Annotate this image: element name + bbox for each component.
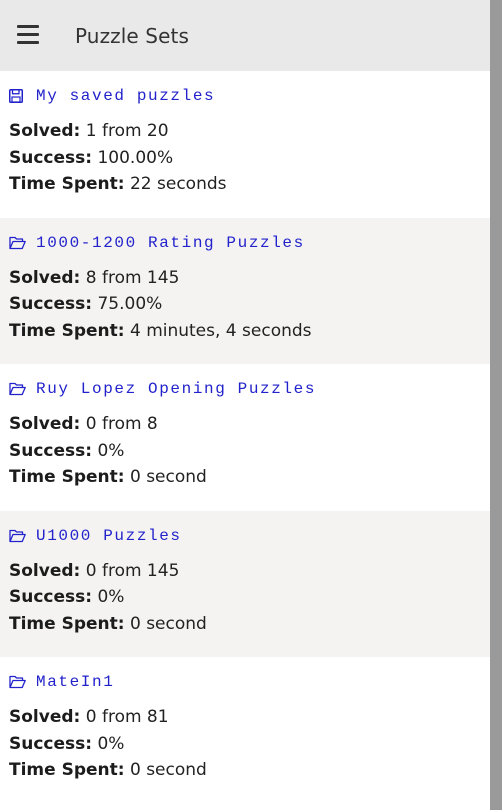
puzzle-set-item[interactable]: Ruy Lopez Opening Puzzles Solved: 0 from…	[0, 364, 490, 511]
time-spent-stat: Time Spent: 0 second	[9, 757, 490, 784]
time-spent-value: 0 second	[129, 760, 207, 780]
puzzle-set-link[interactable]: Ruy Lopez Opening Puzzles	[9, 380, 490, 398]
solved-stat: Solved: 0 from 145	[9, 558, 490, 585]
puzzle-set-list: My saved puzzles Solved: 1 from 20 Succe…	[0, 71, 490, 804]
puzzle-set-stats: Solved: 8 from 145 Success: 75.00% Time …	[9, 265, 490, 345]
success-stat: Success: 0%	[9, 584, 490, 611]
puzzle-set-stats: Solved: 0 from 145 Success: 0% Time Spen…	[9, 558, 490, 638]
scrollbar[interactable]	[490, 0, 502, 810]
puzzle-set-stats: Solved: 0 from 8 Success: 0% Time Spent:…	[9, 411, 490, 491]
puzzle-set-item[interactable]: 1000-1200 Rating Puzzles Solved: 8 from …	[0, 217, 490, 364]
success-label: Success:	[9, 294, 93, 314]
puzzle-set-item[interactable]: U1000 Puzzles Solved: 0 from 145 Success…	[0, 510, 490, 657]
folder-open-icon	[9, 675, 26, 689]
puzzle-set-link[interactable]: 1000-1200 Rating Puzzles	[9, 234, 490, 252]
solved-stat: Solved: 0 from 81	[9, 704, 490, 731]
solved-value: 0 from 145	[85, 560, 180, 581]
solved-value: 8 from 145	[85, 267, 180, 288]
solved-stat: Solved: 0 from 8	[9, 411, 490, 438]
puzzle-set-item[interactable]: My saved puzzles Solved: 1 from 20 Succe…	[0, 71, 490, 218]
folder-open-icon	[9, 529, 26, 543]
puzzle-set-link[interactable]: My saved puzzles	[9, 87, 490, 105]
success-label: Success:	[9, 587, 93, 607]
time-spent-value: 22 seconds	[129, 174, 227, 194]
solved-label: Solved:	[9, 121, 81, 141]
puzzle-set-name: My saved puzzles	[36, 87, 216, 105]
puzzle-set-name: MateIn1	[36, 673, 115, 691]
time-spent-label: Time Spent:	[9, 174, 125, 194]
puzzle-set-stats: Solved: 0 from 81 Success: 0% Time Spent…	[9, 704, 490, 784]
solved-value: 0 from 8	[85, 414, 158, 434]
success-value: 0%	[97, 440, 125, 461]
folder-open-icon	[9, 382, 26, 396]
solved-label: Solved:	[9, 414, 81, 434]
puzzle-set-item[interactable]: MateIn1 Solved: 0 from 81 Success: 0% Ti…	[0, 657, 490, 804]
success-stat: Success: 0%	[9, 731, 490, 758]
time-spent-label: Time Spent:	[9, 320, 125, 341]
floppy-disk-icon	[9, 89, 26, 103]
solved-label: Solved:	[9, 267, 81, 288]
folder-open-icon	[9, 236, 26, 250]
time-spent-stat: Time Spent: 0 second	[9, 611, 490, 638]
success-stat: Success: 75.00%	[9, 291, 490, 318]
puzzle-set-link[interactable]: U1000 Puzzles	[9, 527, 490, 545]
time-spent-value: 0 second	[129, 613, 207, 634]
puzzle-set-name: Ruy Lopez Opening Puzzles	[36, 380, 317, 398]
success-label: Success:	[9, 147, 93, 168]
time-spent-stat: Time Spent: 22 seconds	[9, 171, 490, 198]
success-value: 0%	[97, 733, 125, 754]
success-stat: Success: 100.00%	[9, 145, 490, 172]
time-spent-value: 4 minutes, 4 seconds	[129, 320, 312, 341]
puzzle-set-stats: Solved: 1 from 20 Success: 100.00% Time …	[9, 118, 490, 198]
puzzle-set-name: 1000-1200 Rating Puzzles	[36, 233, 305, 252]
page-title: Puzzle Sets	[75, 24, 189, 48]
puzzle-set-name: U1000 Puzzles	[36, 526, 182, 545]
time-spent-label: Time Spent:	[9, 613, 125, 634]
success-value: 75.00%	[97, 294, 163, 314]
success-value: 100.00%	[97, 147, 174, 168]
time-spent-stat: Time Spent: 0 second	[9, 464, 490, 491]
hamburger-menu-icon[interactable]	[17, 25, 39, 45]
solved-label: Solved:	[9, 560, 81, 581]
success-stat: Success: 0%	[9, 438, 490, 465]
success-label: Success:	[9, 440, 93, 461]
puzzle-set-link[interactable]: MateIn1	[9, 673, 490, 691]
success-value: 0%	[97, 587, 125, 607]
solved-stat: Solved: 8 from 145	[9, 265, 490, 292]
solved-value: 1 from 20	[85, 121, 169, 141]
time-spent-value: 0 second	[129, 467, 207, 487]
time-spent-stat: Time Spent: 4 minutes, 4 seconds	[9, 318, 490, 345]
time-spent-label: Time Spent:	[9, 760, 125, 780]
app-header: Puzzle Sets	[0, 0, 490, 71]
success-label: Success:	[9, 733, 93, 754]
solved-stat: Solved: 1 from 20	[9, 118, 490, 145]
solved-label: Solved:	[9, 707, 81, 727]
solved-value: 0 from 81	[85, 707, 169, 727]
time-spent-label: Time Spent:	[9, 467, 125, 487]
